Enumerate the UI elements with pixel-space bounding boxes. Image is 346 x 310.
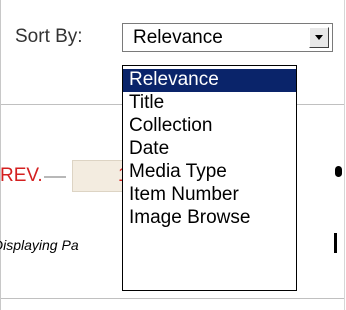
pagination-marker	[335, 166, 342, 177]
sort-option-date[interactable]: Date	[123, 138, 296, 161]
sort-by-selected-value: Relevance	[133, 27, 223, 48]
sort-option-media-type[interactable]: Media Type	[123, 161, 296, 184]
status-marker	[334, 233, 337, 253]
sort-option-title[interactable]: Title	[123, 92, 296, 115]
sort-option-item-number[interactable]: Item Number	[123, 184, 296, 207]
divider	[1, 298, 344, 299]
sort-by-dropdown-list[interactable]: Relevance Title Collection Date Media Ty…	[122, 65, 297, 291]
sort-option-image-browse[interactable]: Image Browse	[123, 207, 296, 230]
sort-by-select[interactable]: Relevance	[122, 23, 333, 52]
sort-option-relevance[interactable]: Relevance	[123, 69, 296, 92]
chevron-down-icon	[315, 34, 323, 40]
previous-dash	[44, 176, 66, 178]
left-border	[0, 0, 1, 310]
sort-option-collection[interactable]: Collection	[123, 115, 296, 138]
right-border	[344, 0, 345, 310]
previous-page-link[interactable]: REV.	[0, 165, 43, 187]
dropdown-arrow-button[interactable]	[309, 27, 329, 48]
sort-by-label: Sort By:	[15, 26, 83, 47]
displaying-pages-text: Displaying Pa	[0, 237, 79, 253]
